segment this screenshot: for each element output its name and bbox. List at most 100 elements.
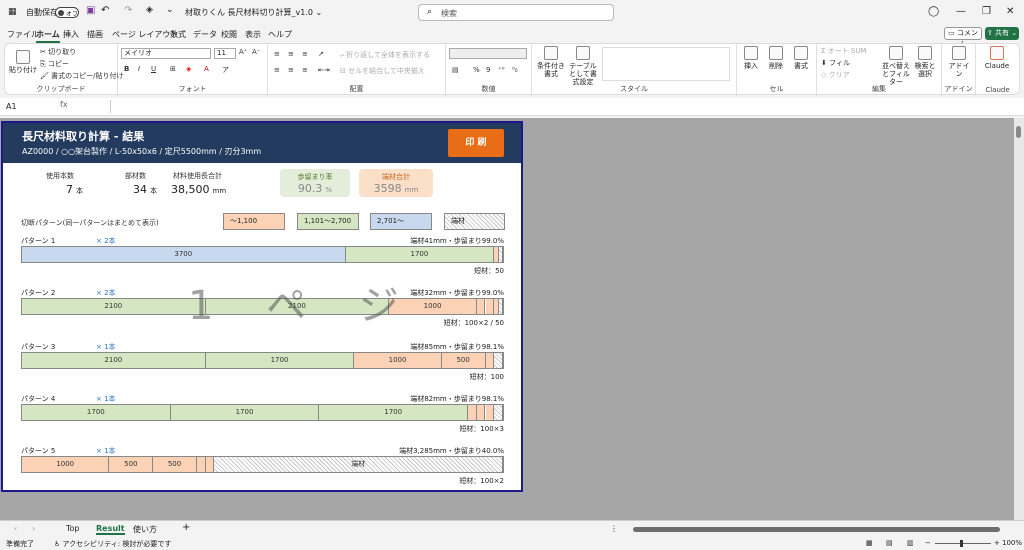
align-left-icon[interactable]: ≡ <box>274 66 280 74</box>
shrink-font-icon[interactable]: A⁻ <box>252 48 260 56</box>
pattern-info: 端材32mm・歩留まり99.0% <box>410 289 504 297</box>
sort-filter-button[interactable]: 並べ替えとフィルター <box>881 46 911 86</box>
align-right-icon[interactable]: ≡ <box>302 66 308 74</box>
tab-insert[interactable]: 挿入 <box>63 29 79 40</box>
orientation-icon[interactable]: ↗ <box>318 50 324 58</box>
format-painter-button[interactable]: 🖌 書式のコピー/貼り付け <box>40 71 123 81</box>
tab-file[interactable]: ファイル <box>7 29 39 40</box>
align-center-icon[interactable]: ≡ <box>288 66 294 74</box>
decrease-decimal-icon[interactable]: ⁰₀ <box>512 66 518 74</box>
copy-button[interactable]: ⎘ コピー <box>40 59 69 69</box>
addin-button[interactable]: アドイン <box>947 46 971 78</box>
tab-help[interactable]: ヘルプ <box>268 29 292 40</box>
scroll-thumb[interactable] <box>1016 126 1021 138</box>
zoom-slider[interactable] <box>935 543 991 544</box>
zoom-in-icon[interactable]: + <box>994 539 1000 547</box>
redo-icon[interactable]: ↷ <box>124 5 132 16</box>
next-sheet-icon[interactable]: › <box>32 524 35 533</box>
paste-button[interactable]: 貼り付け <box>9 50 37 74</box>
name-box[interactable]: A1 <box>3 100 59 113</box>
page-layout-view-icon[interactable]: ▤ <box>886 539 893 547</box>
delete-cells-button[interactable]: 削除 <box>764 46 788 70</box>
clear-button[interactable]: ◇ クリア <box>821 70 850 80</box>
format-cells-button[interactable]: 書式 <box>789 46 813 70</box>
autosave-toggle[interactable]: オフ <box>55 7 79 18</box>
insert-cells-button[interactable]: 挿入 <box>739 46 763 70</box>
vertical-scrollbar[interactable] <box>1014 118 1024 520</box>
font-name-combo[interactable]: メイリオ <box>121 48 211 59</box>
accessibility-status[interactable]: ♿ アクセシビリティ: 検討が必要です <box>54 539 171 549</box>
tab-data[interactable]: データ <box>193 29 217 40</box>
tab-page-layout[interactable]: ページ レイアウト <box>112 29 178 40</box>
format-as-table-button[interactable]: テーブルとして書式設定 <box>566 46 600 86</box>
account-icon[interactable]: ◯ <box>928 6 939 17</box>
merge-center-button[interactable]: ⊟ セルを結合して中央揃え <box>340 66 425 76</box>
page-break-view-icon[interactable]: ▥ <box>907 539 914 547</box>
currency-icon[interactable]: ▤ <box>452 66 459 74</box>
legend-item: 2,701～ <box>370 213 432 230</box>
formula-input[interactable] <box>110 100 1018 113</box>
table-label: テーブルとして書式設定 <box>569 62 597 86</box>
font-color-icon[interactable]: A <box>204 65 209 73</box>
comma-icon[interactable]: 9 <box>486 66 490 74</box>
increase-decimal-icon[interactable]: ⁺⁰ <box>498 66 505 74</box>
align-middle-icon[interactable]: ≡ <box>288 50 294 58</box>
comment-button[interactable]: ▭ コメント <box>944 27 982 48</box>
grow-font-icon[interactable]: A⁺ <box>239 48 247 56</box>
percent-icon[interactable]: % <box>473 66 480 74</box>
tab-formulas[interactable]: 数式 <box>170 29 186 40</box>
fill-color-icon[interactable]: ◈ <box>186 65 191 73</box>
more-sheets-icon[interactable]: ⋮ <box>610 524 618 533</box>
claude-button[interactable]: Claude <box>982 46 1012 70</box>
autosum-button[interactable]: Σ オート SUM <box>821 46 867 56</box>
document-title[interactable]: 材取りくん 長尺材料切り計算_v1.0 ⌄ <box>185 7 322 18</box>
sheet-tab-top[interactable]: Top <box>66 524 80 533</box>
horizontal-scrollbar[interactable] <box>633 527 1000 532</box>
cut-button[interactable]: ✂ 切り取り <box>40 47 76 57</box>
phonetic-icon[interactable]: ア <box>222 65 229 75</box>
zoom-level[interactable]: 100% <box>1002 539 1022 547</box>
tab-draw[interactable]: 描画 <box>87 29 103 40</box>
number-format-combo[interactable] <box>449 48 527 59</box>
zoom-out-icon[interactable]: − <box>925 539 931 547</box>
restore-icon[interactable]: ❐ <box>982 6 991 17</box>
save-icon[interactable]: ▣ <box>86 5 95 16</box>
indent-icon[interactable]: ⇤⇥ <box>318 66 330 74</box>
cut-segment: 500 <box>109 457 154 472</box>
italic-icon[interactable]: I <box>138 65 140 73</box>
search-box[interactable]: ⌕ 検索 <box>418 4 614 21</box>
normal-view-icon[interactable]: ▦ <box>866 539 873 547</box>
minimize-icon[interactable]: — <box>956 6 966 17</box>
fx-icon[interactable]: fx <box>60 100 68 109</box>
fill-button[interactable]: ⬇ フィル <box>821 58 850 68</box>
tab-home[interactable]: ホーム <box>36 29 60 43</box>
cell-style-gallery[interactable] <box>602 47 730 81</box>
tab-review[interactable]: 校閲 <box>221 29 237 40</box>
cells-group-label: セル <box>769 85 784 93</box>
format-icon[interactable]: ◈ <box>146 5 153 15</box>
find-select-button[interactable]: 検索と選択 <box>913 46 937 78</box>
sheet-tab-howto[interactable]: 使い方 <box>133 524 157 535</box>
share-button[interactable]: ⇪ 共有 ⌄ <box>985 27 1019 40</box>
pattern-name: パターン 3 <box>21 343 56 351</box>
zoom-thumb[interactable] <box>960 540 963 547</box>
font-size-combo[interactable]: 11 <box>214 48 236 59</box>
bold-icon[interactable]: B <box>124 65 129 73</box>
wrap-text-button[interactable]: ⤶ 折り返して全体を表示する <box>340 50 430 60</box>
sheet-tab-result[interactable]: Result <box>96 524 125 535</box>
add-sheet-icon[interactable]: + <box>182 522 190 533</box>
conditional-format-button[interactable]: 条件付き書式 <box>536 46 566 78</box>
underline-icon[interactable]: U <box>151 65 156 73</box>
prev-sheet-icon[interactable]: ‹ <box>14 524 17 533</box>
share-label: 共有 ⌄ <box>995 29 1018 37</box>
undo-icon[interactable]: ↶ <box>101 5 109 16</box>
align-top-icon[interactable]: ≡ <box>274 50 280 58</box>
qat-more-icon[interactable]: ⌄ <box>166 5 174 15</box>
tab-view[interactable]: 表示 <box>245 29 261 40</box>
delete-icon <box>769 46 783 60</box>
print-button[interactable]: 印 刷 <box>448 129 504 157</box>
formula-bar: A1 fx <box>0 98 1024 116</box>
border-icon[interactable]: ⊞ <box>170 65 176 73</box>
align-bottom-icon[interactable]: ≡ <box>302 50 308 58</box>
close-icon[interactable]: ✕ <box>1006 6 1014 17</box>
